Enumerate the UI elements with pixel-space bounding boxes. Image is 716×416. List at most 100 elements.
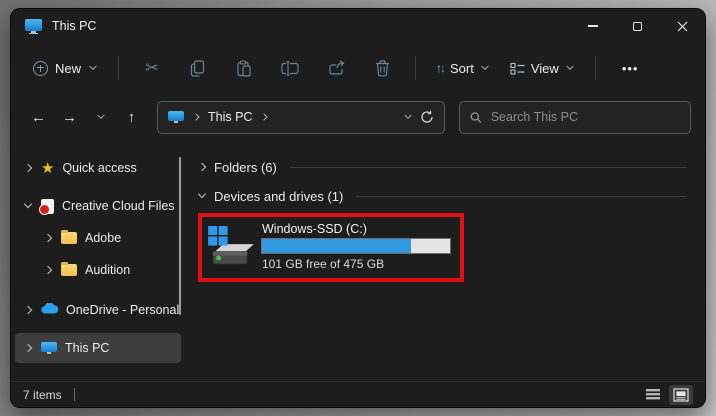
- item-count: 7 items: [23, 388, 62, 402]
- folder-icon: [61, 232, 77, 244]
- this-pc-icon: [41, 342, 57, 355]
- breadcrumb-this-pc[interactable]: This PC: [208, 110, 252, 124]
- close-button[interactable]: [660, 9, 705, 43]
- chevron-right-icon[interactable]: [23, 305, 33, 315]
- up-button[interactable]: ↑: [118, 104, 145, 131]
- rename-icon: [281, 61, 299, 76]
- cut-icon: ✂: [145, 58, 158, 78]
- close-icon: [677, 21, 688, 32]
- group-rule: [356, 196, 687, 197]
- chevron-down-icon[interactable]: [23, 201, 33, 211]
- paste-button[interactable]: [221, 50, 267, 86]
- share-button[interactable]: [313, 50, 359, 86]
- cut-button[interactable]: ✂: [129, 50, 175, 86]
- thumbnail-view-icon: [673, 388, 689, 402]
- thumbnail-view-button[interactable]: [669, 385, 693, 405]
- group-header-devices-and-drives[interactable]: Devices and drives (1): [197, 184, 687, 208]
- chevron-right-icon[interactable]: [43, 233, 53, 243]
- sidebar-item-label: Audition: [85, 263, 130, 277]
- title-bar: This PC: [11, 9, 705, 43]
- view-button[interactable]: View: [500, 55, 585, 82]
- sidebar-item-label: Adobe: [85, 231, 121, 245]
- star-icon: ★: [41, 161, 54, 176]
- sidebar: ★ Quick access Creative Cloud Files Adob…: [11, 141, 189, 381]
- chevron-down-icon: [89, 64, 98, 73]
- command-toolbar: New ✂: [11, 43, 705, 93]
- group-header-folders[interactable]: Folders (6): [197, 155, 687, 179]
- refresh-icon: [420, 110, 434, 124]
- paste-icon: [236, 60, 252, 77]
- share-icon: [328, 60, 345, 76]
- sidebar-item-creative-cloud-files[interactable]: Creative Cloud Files: [15, 191, 181, 221]
- onedrive-icon: [41, 301, 58, 319]
- status-divider: [74, 388, 75, 401]
- sidebar-item-onedrive[interactable]: OneDrive - Personal: [15, 295, 181, 325]
- sidebar-item-label: Creative Cloud Files: [62, 199, 175, 213]
- view-label: View: [531, 61, 559, 76]
- sidebar-item-label: OneDrive - Personal: [66, 303, 179, 317]
- group-rule: [290, 167, 687, 168]
- forward-button[interactable]: →: [56, 104, 83, 131]
- chevron-down-icon: [481, 64, 490, 73]
- sort-icon: ↑↓: [436, 61, 444, 75]
- sort-button[interactable]: ↑↓ Sort: [426, 55, 500, 82]
- details-view-button[interactable]: [641, 385, 665, 405]
- sidebar-item-adobe[interactable]: Adobe: [15, 223, 181, 253]
- plus-icon: [33, 61, 48, 76]
- sidebar-item-audition[interactable]: Audition: [15, 255, 181, 285]
- creative-cloud-icon: [41, 199, 54, 214]
- toolbar-divider: [595, 56, 596, 80]
- drive-usage-text: 101 GB free of 475 GB: [262, 257, 450, 271]
- chevron-right-icon[interactable]: [23, 343, 33, 353]
- address-bar[interactable]: This PC: [157, 101, 445, 134]
- hard-drive-icon: [206, 222, 256, 271]
- chevron-right-icon[interactable]: [192, 113, 201, 122]
- this-pc-icon: [168, 111, 184, 124]
- chevron-down-icon[interactable]: [197, 191, 207, 201]
- status-bar: 7 items: [11, 381, 705, 407]
- chevron-down-icon: [96, 113, 105, 122]
- toolbar-divider: [118, 56, 119, 80]
- new-button[interactable]: New: [23, 55, 108, 82]
- sidebar-item-this-pc[interactable]: This PC: [15, 333, 181, 363]
- file-explorer-window: This PC New ✂: [10, 8, 706, 408]
- maximize-button[interactable]: [615, 9, 660, 43]
- copy-button[interactable]: [175, 50, 221, 86]
- search-input[interactable]: [491, 110, 680, 124]
- chevron-down-icon: [566, 64, 575, 73]
- copy-icon: [190, 60, 206, 77]
- sidebar-item-label: This PC: [65, 341, 109, 355]
- refresh-button[interactable]: [420, 110, 434, 124]
- more-options-button[interactable]: •••: [612, 55, 649, 82]
- window-title: This PC: [52, 19, 96, 33]
- delete-button[interactable]: [359, 50, 405, 86]
- group-label: Folders (6): [214, 160, 277, 175]
- chevron-right-icon[interactable]: [23, 163, 33, 173]
- delete-icon: [375, 60, 390, 77]
- sidebar-item-quick-access[interactable]: ★ Quick access: [15, 153, 181, 183]
- minimize-icon: [588, 25, 598, 26]
- chevron-right-icon[interactable]: [260, 113, 269, 122]
- recent-locations-button[interactable]: [87, 104, 114, 131]
- maximize-icon: [633, 22, 642, 31]
- chevron-right-icon[interactable]: [197, 162, 207, 172]
- navigation-bar: ← → ↑ This PC: [11, 93, 705, 141]
- search-icon: [470, 111, 482, 124]
- minimize-button[interactable]: [570, 9, 615, 43]
- drive-usage-bar: [262, 239, 450, 253]
- content-panel: Folders (6) Devices and drives (1): [189, 141, 705, 381]
- drive-name: Windows-SSD (C:): [262, 222, 450, 236]
- back-button[interactable]: ←: [25, 104, 52, 131]
- sidebar-item-label: Quick access: [62, 161, 136, 175]
- drive-item-windows-ssd[interactable]: Windows-SSD (C:) 101 GB free of 475 GB: [198, 213, 464, 282]
- rename-button[interactable]: [267, 50, 313, 86]
- folder-icon: [61, 264, 77, 276]
- new-button-label: New: [55, 61, 81, 76]
- sidebar-scrollbar[interactable]: [179, 157, 182, 315]
- this-pc-icon: [25, 19, 42, 34]
- sort-label: Sort: [450, 61, 474, 76]
- chevron-right-icon[interactable]: [43, 265, 53, 275]
- drive-usage-fill: [262, 239, 411, 253]
- address-dropdown-icon[interactable]: [404, 113, 413, 122]
- search-box[interactable]: [459, 101, 691, 134]
